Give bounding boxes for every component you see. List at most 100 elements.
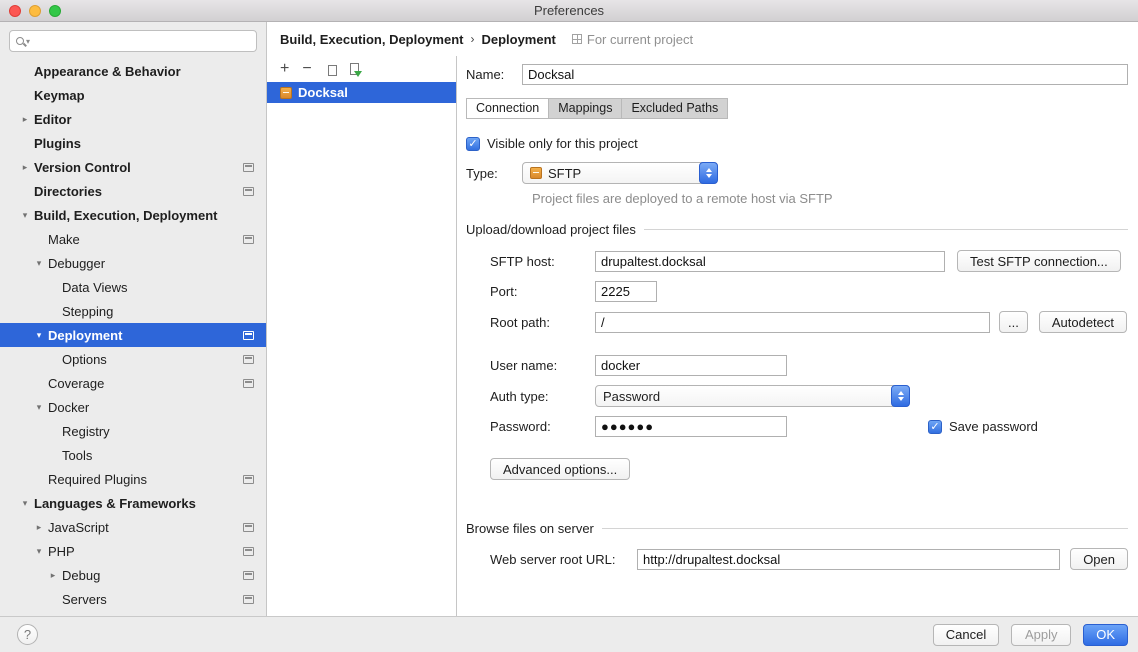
sidebar-item-php-servers[interactable]: Servers bbox=[0, 587, 266, 611]
project-settings-icon bbox=[243, 523, 254, 532]
server-list-panel: + − Docksal bbox=[267, 56, 457, 616]
visible-only-checkbox[interactable]: Visible only for this project bbox=[466, 136, 1128, 151]
name-input[interactable] bbox=[522, 64, 1128, 85]
sidebar-item-label: Coverage bbox=[48, 376, 104, 391]
sidebar-item-label: Directories bbox=[34, 184, 102, 199]
chevron-right-icon[interactable]: ▸ bbox=[44, 570, 62, 581]
search-icon bbox=[16, 37, 24, 45]
sidebar-item-docker[interactable]: ▾ Docker bbox=[0, 395, 266, 419]
test-sftp-connection-button[interactable]: Test SFTP connection... bbox=[957, 250, 1121, 272]
root-path-input[interactable] bbox=[595, 312, 990, 333]
checkbox-checked-icon bbox=[466, 137, 480, 151]
auth-type-label: Auth type: bbox=[490, 389, 595, 404]
sidebar-item-label: Editor bbox=[34, 112, 72, 127]
autodetect-button[interactable]: Autodetect bbox=[1039, 311, 1127, 333]
sidebar-item-required-plugins[interactable]: Required Plugins bbox=[0, 467, 266, 491]
sidebar-item-javascript[interactable]: ▸ JavaScript bbox=[0, 515, 266, 539]
sidebar-item-languages-frameworks[interactable]: ▾ Languages & Frameworks bbox=[0, 491, 266, 515]
scope-label: For current project bbox=[587, 32, 693, 47]
project-settings-icon bbox=[243, 571, 254, 580]
save-password-label: Save password bbox=[949, 419, 1038, 434]
password-input[interactable] bbox=[595, 416, 787, 437]
remove-server-button[interactable]: − bbox=[302, 61, 311, 77]
settings-sidebar: ▾ Appearance & Behavior Keymap ▸ Editor bbox=[0, 22, 267, 616]
settings-search-field[interactable]: ▾ bbox=[9, 30, 257, 52]
sidebar-item-editor[interactable]: ▸ Editor bbox=[0, 107, 266, 131]
preferences-window: Preferences ▾ Appearance & Behavior bbox=[0, 0, 1138, 652]
project-settings-icon bbox=[243, 187, 254, 196]
add-server-button[interactable]: + bbox=[280, 61, 289, 77]
sidebar-item-build-execution-deployment[interactable]: ▾ Build, Execution, Deployment bbox=[0, 203, 266, 227]
port-label: Port: bbox=[490, 284, 595, 299]
tab-excluded-paths[interactable]: Excluded Paths bbox=[621, 98, 728, 119]
sidebar-item-php-debug[interactable]: ▸ Debug bbox=[0, 563, 266, 587]
sidebar-item-directories[interactable]: Directories bbox=[0, 179, 266, 203]
browse-section-header: Browse files on server bbox=[466, 521, 1128, 536]
save-password-checkbox[interactable]: Save password bbox=[928, 419, 1038, 434]
cancel-button[interactable]: Cancel bbox=[933, 624, 999, 646]
project-settings-icon bbox=[243, 475, 254, 484]
advanced-options-button[interactable]: Advanced options... bbox=[490, 458, 630, 480]
sidebar-item-plugins[interactable]: Plugins bbox=[0, 131, 266, 155]
chevron-down-icon[interactable]: ▾ bbox=[30, 402, 48, 413]
sidebar-item-coverage[interactable]: Coverage bbox=[0, 371, 266, 395]
help-button[interactable]: ? bbox=[17, 624, 38, 645]
sidebar-item-label: Tools bbox=[62, 448, 92, 463]
sidebar-item-stepping[interactable]: Stepping bbox=[0, 299, 266, 323]
use-as-default-button[interactable] bbox=[350, 63, 359, 75]
project-settings-icon bbox=[243, 595, 254, 604]
auth-type-dropdown[interactable]: Password bbox=[595, 385, 910, 407]
chevron-down-icon[interactable]: ▾ bbox=[30, 330, 48, 341]
sidebar-item-keymap[interactable]: Keymap bbox=[0, 83, 266, 107]
chevron-down-icon[interactable]: ▾ bbox=[30, 258, 48, 269]
open-button[interactable]: Open bbox=[1070, 548, 1128, 570]
auth-type-value: Password bbox=[603, 389, 660, 404]
browse-root-path-button[interactable]: ... bbox=[999, 311, 1028, 333]
breadcrumb-build-execution-deployment[interactable]: Build, Execution, Deployment bbox=[280, 32, 463, 47]
server-list-item-docksal[interactable]: Docksal bbox=[267, 82, 456, 103]
user-name-label: User name: bbox=[490, 358, 595, 373]
checkbox-checked-icon bbox=[928, 420, 942, 434]
sftp-server-icon bbox=[280, 87, 292, 99]
ok-button[interactable]: OK bbox=[1083, 624, 1128, 646]
breadcrumb-deployment[interactable]: Deployment bbox=[481, 32, 555, 47]
chevron-right-icon[interactable]: ▸ bbox=[30, 522, 48, 533]
sidebar-item-label: Debugger bbox=[48, 256, 105, 271]
apply-button[interactable]: Apply bbox=[1011, 624, 1071, 646]
search-caret-icon: ▾ bbox=[26, 37, 30, 46]
chevron-right-icon[interactable]: ▸ bbox=[16, 114, 34, 125]
copy-server-button[interactable] bbox=[325, 62, 337, 76]
sidebar-item-php[interactable]: ▾ PHP bbox=[0, 539, 266, 563]
sidebar-item-options[interactable]: Options bbox=[0, 347, 266, 371]
search-input[interactable] bbox=[36, 33, 250, 50]
sidebar-item-label: Appearance & Behavior bbox=[34, 64, 181, 79]
chevron-right-icon[interactable]: ▸ bbox=[16, 162, 34, 173]
web-root-label: Web server root URL: bbox=[490, 552, 637, 567]
chevron-down-icon[interactable]: ▾ bbox=[16, 498, 34, 509]
port-input[interactable] bbox=[595, 281, 657, 302]
sidebar-item-label: Build, Execution, Deployment bbox=[34, 208, 217, 223]
sidebar-item-label: Plugins bbox=[34, 136, 81, 151]
project-grid-icon bbox=[572, 34, 582, 44]
sidebar-item-tools[interactable]: Tools bbox=[0, 443, 266, 467]
user-name-input[interactable] bbox=[595, 355, 787, 376]
tab-connection[interactable]: Connection bbox=[466, 98, 549, 119]
sidebar-item-make[interactable]: Make bbox=[0, 227, 266, 251]
server-name-label: Docksal bbox=[298, 85, 348, 100]
web-root-input[interactable] bbox=[637, 549, 1060, 570]
sidebar-item-label: Options bbox=[62, 352, 107, 367]
sidebar-item-deployment[interactable]: ▾ Deployment bbox=[0, 323, 266, 347]
chevron-down-icon[interactable]: ▾ bbox=[30, 546, 48, 557]
root-path-label: Root path: bbox=[490, 315, 595, 330]
sidebar-item-data-views[interactable]: Data Views bbox=[0, 275, 266, 299]
window-title: Preferences bbox=[0, 3, 1138, 18]
tab-mappings[interactable]: Mappings bbox=[548, 98, 622, 119]
type-dropdown[interactable]: SFTP bbox=[522, 162, 718, 184]
sidebar-item-registry[interactable]: Registry bbox=[0, 419, 266, 443]
title-bar: Preferences bbox=[0, 0, 1138, 22]
chevron-down-icon[interactable]: ▾ bbox=[16, 210, 34, 221]
sidebar-item-version-control[interactable]: ▸ Version Control bbox=[0, 155, 266, 179]
sftp-host-input[interactable] bbox=[595, 251, 945, 272]
sidebar-item-debugger[interactable]: ▾ Debugger bbox=[0, 251, 266, 275]
sidebar-item-appearance-behavior[interactable]: Appearance & Behavior bbox=[0, 59, 266, 83]
